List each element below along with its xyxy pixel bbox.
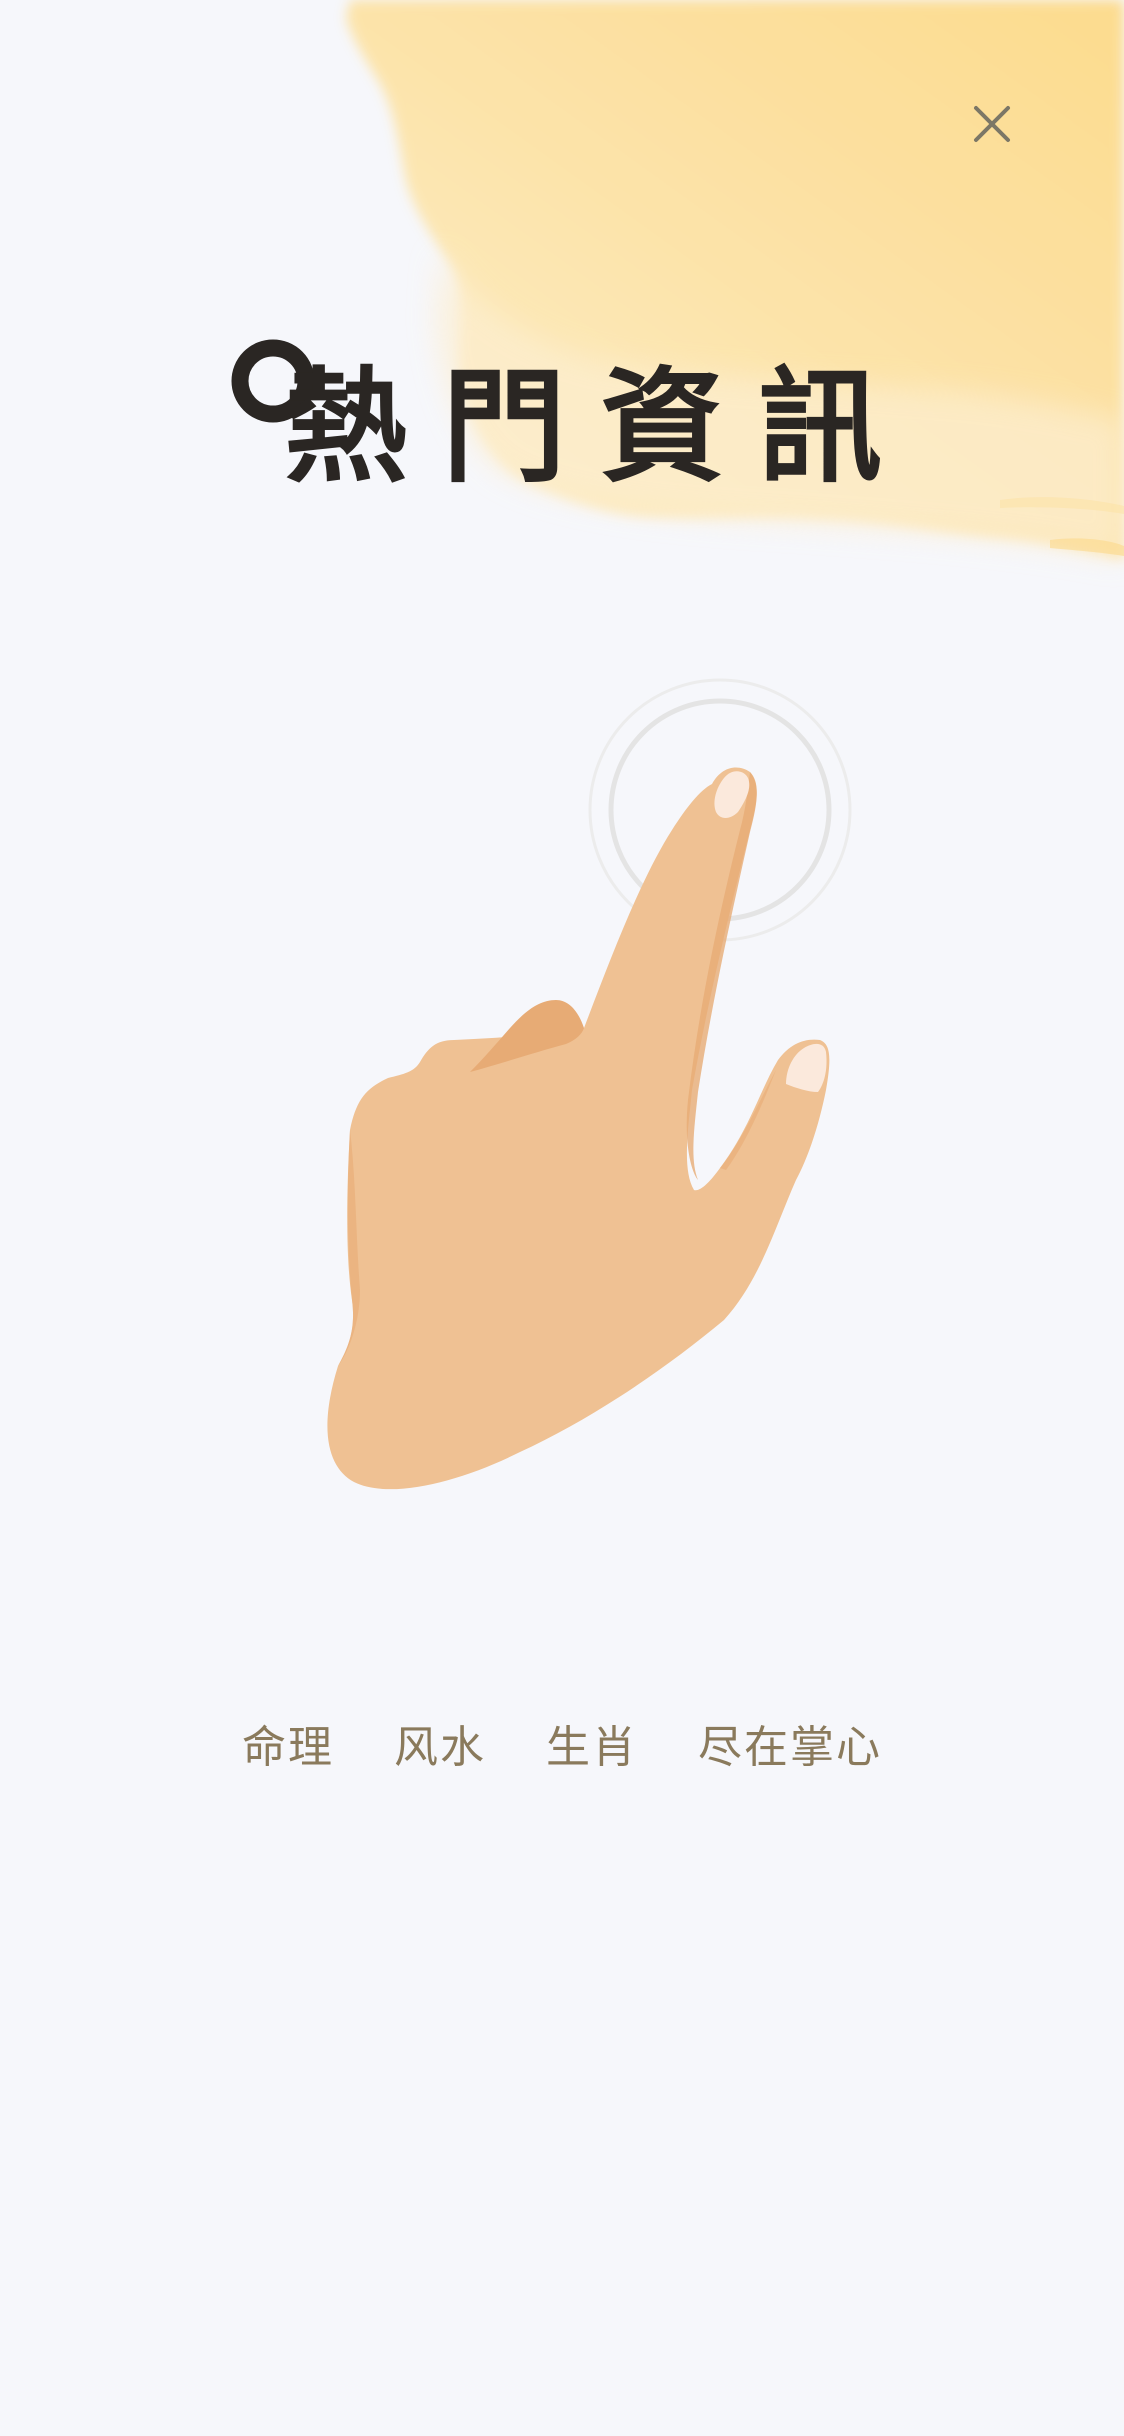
tagline: 命理 风水 生肖 尽在掌心 — [242, 1722, 882, 1773]
hot-info-intro-screen: 熱門資訊 命理 风水 生肖 尽在掌心 — [0, 0, 1124, 2436]
close-button[interactable] — [962, 94, 1022, 154]
close-icon — [974, 106, 1010, 142]
tapping-hand-illustration — [327, 678, 852, 1490]
page-title: 熱門資訊 — [284, 356, 917, 500]
title-area: 熱門資訊 — [226, 328, 886, 528]
